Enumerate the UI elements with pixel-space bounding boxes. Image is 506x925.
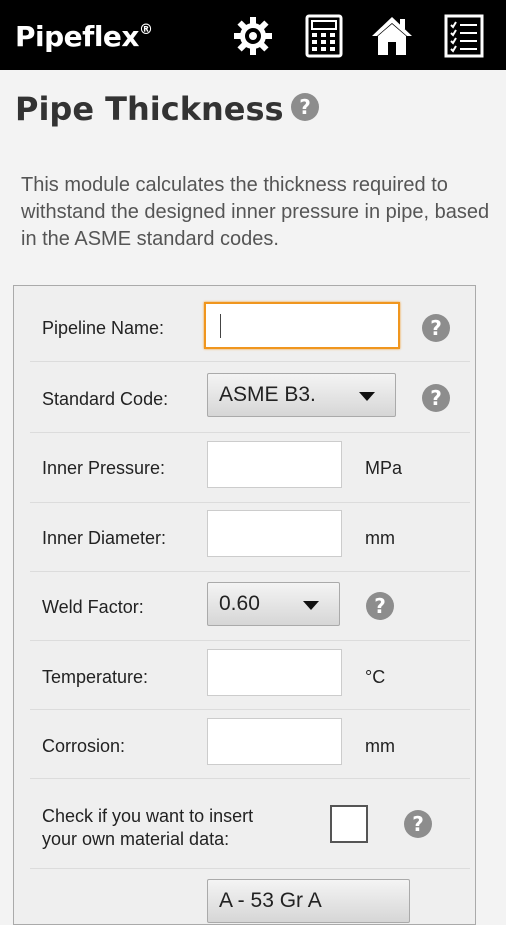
row-divider	[30, 571, 470, 572]
app-bar: Pipeflex®	[0, 0, 506, 70]
row-divider	[30, 361, 470, 362]
page-description: This module calculates the thickness req…	[21, 174, 490, 250]
row-divider	[30, 709, 470, 710]
corrosion-unit: mm	[365, 736, 395, 756]
help-icon[interactable]: ?	[291, 93, 319, 121]
inner-diameter-unit: mm	[365, 528, 395, 548]
material-dropdown[interactable]: A - 53 Gr A	[207, 879, 410, 923]
home-icon[interactable]	[370, 14, 414, 58]
app-name: Pipeflex	[15, 20, 139, 53]
help-icon[interactable]: ?	[422, 384, 450, 412]
gear-icon[interactable]	[231, 14, 275, 58]
row-divider	[30, 502, 470, 503]
standard-code-dropdown[interactable]: ASME B3.	[207, 373, 396, 417]
weld-factor-label: Weld Factor:	[42, 597, 144, 617]
row-divider	[30, 432, 470, 433]
inner-pressure-unit: MPa	[365, 458, 403, 478]
row-divider	[30, 640, 470, 641]
inner-pressure-input[interactable]	[207, 441, 342, 488]
text-caret	[220, 314, 221, 338]
registered-mark: ®	[138, 22, 153, 38]
app-brand: Pipeflex®	[15, 20, 153, 53]
material-check-label-line1: Check if you want to insert	[42, 806, 254, 826]
weld-factor-value: 0.60	[219, 592, 260, 615]
material-value: A - 53 Gr A	[219, 889, 322, 912]
inner-pressure-label: Inner Pressure:	[42, 458, 166, 478]
pipeline-name-input[interactable]	[204, 302, 400, 349]
dropdown-arrow-icon	[303, 601, 319, 610]
dropdown-arrow-icon	[359, 392, 375, 401]
calculator-icon[interactable]	[302, 14, 346, 58]
inner-diameter-label: Inner Diameter:	[42, 528, 167, 548]
standard-code-label: Standard Code:	[42, 389, 169, 409]
pipeline-name-label: Pipeline Name:	[42, 318, 165, 338]
checklist-icon[interactable]	[442, 14, 486, 58]
corrosion-label: Corrosion:	[42, 736, 126, 756]
standard-code-value: ASME B3.	[219, 383, 316, 406]
page-title: Pipe Thickness	[15, 90, 284, 128]
temperature-label: Temperature:	[42, 667, 149, 687]
help-icon[interactable]: ?	[366, 592, 394, 620]
help-icon[interactable]: ?	[422, 314, 450, 342]
weld-factor-dropdown[interactable]: 0.60	[207, 582, 340, 626]
material-check-label: Check if you want to insert your own mat…	[42, 805, 253, 851]
temperature-input[interactable]	[207, 649, 342, 696]
help-icon[interactable]: ?	[404, 810, 432, 838]
corrosion-input[interactable]	[207, 718, 342, 765]
row-divider	[30, 778, 470, 779]
temperature-unit: °C	[365, 667, 386, 687]
inner-diameter-input[interactable]	[207, 510, 342, 557]
material-check-label-line2: your own material data:	[42, 829, 230, 849]
material-data-checkbox[interactable]	[330, 805, 368, 843]
row-divider	[30, 868, 470, 869]
